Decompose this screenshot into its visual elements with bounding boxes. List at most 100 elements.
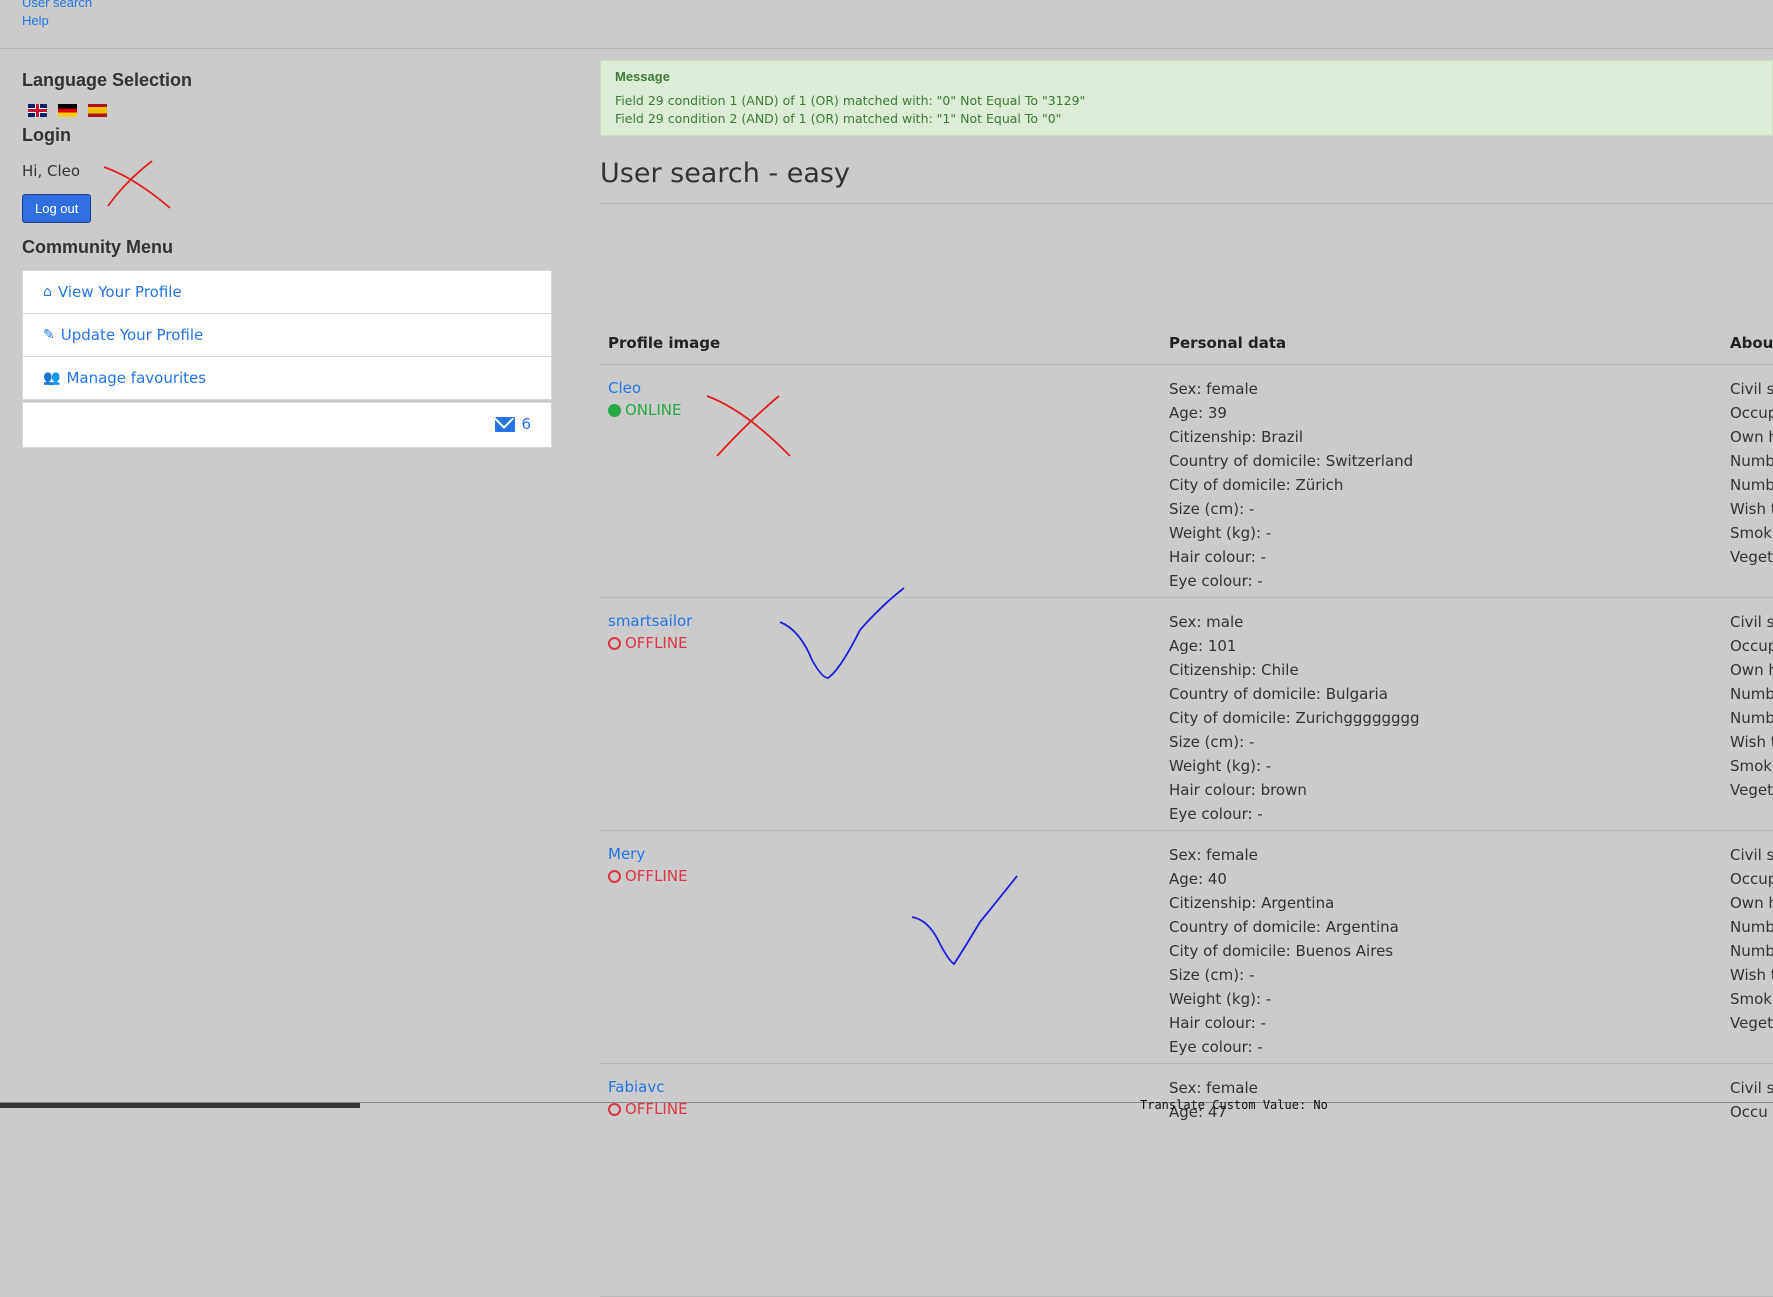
about-item: Smok [1730, 990, 1772, 1008]
menu-item-manage-favourites[interactable]: 👥 Manage favourites [23, 357, 551, 399]
online-dot-icon [608, 403, 621, 417]
about-item: Numb [1730, 685, 1773, 703]
message-alert: Message Field 29 condition 1 (AND) of 1 … [600, 60, 1773, 136]
personal-data-item: Age: 101 [1169, 637, 1237, 655]
table-header: Profile image Personal data Abou [600, 322, 1773, 365]
personal-data-cell: Sex: female Age: 40 Citizenship: Argentina… [1169, 843, 1399, 1059]
personal-data-item: Size (cm): - [1169, 733, 1255, 751]
language-flags [28, 104, 552, 117]
message-count: 6 [521, 415, 531, 433]
help-link[interactable]: Help [22, 12, 92, 30]
about-item: Own h [1730, 428, 1773, 446]
gb-flag-icon[interactable] [28, 104, 47, 117]
personal-data-item: City of domicile: Buenos Aires [1169, 942, 1394, 960]
user-search-link[interactable]: User search [22, 0, 92, 12]
personal-data-item: Size (cm): - [1169, 966, 1255, 984]
about-cell: Civil s Occup Own h Numb Numb Wish t Smok Veget [1730, 843, 1773, 1035]
menu-item-view-profile[interactable]: ⌂ View Your Profile [23, 271, 551, 314]
header-divider [0, 48, 1773, 49]
about-item: Numb [1730, 942, 1773, 960]
personal-data-cell: Sex: male Age: 101 Citizenship: Chile Count… [1169, 610, 1420, 826]
status-badge: ONLINE [608, 401, 682, 419]
personal-data-item: Sex: female [1169, 1079, 1258, 1097]
table-row: smartsailor OFFLINE Sex: male Age: 101 Citiz… [600, 598, 1773, 831]
offline-circle-icon [608, 1102, 621, 1116]
about-item: Civil s [1730, 1079, 1773, 1097]
table-row: Mery OFFLINE Sex: female Age: 40 Citizenship… [600, 831, 1773, 1064]
about-cell: Civil s Occup Own h Numb Numb Wish t Smok Veget [1730, 610, 1773, 802]
title-divider [600, 203, 1773, 204]
header-profile-image: Profile image [608, 334, 721, 352]
about-item: Numb [1730, 452, 1773, 470]
language-selection-title: Language Selection [22, 70, 193, 90]
sidebar: Language Selection Login Hi, Cleo Log ou… [22, 70, 552, 448]
username-link[interactable]: Mery [608, 843, 688, 865]
about-item: Civil s [1730, 613, 1773, 631]
personal-data-item: Sex: female [1169, 846, 1258, 864]
menu-item-label[interactable]: View Your Profile [58, 283, 182, 301]
about-cell: Civil s Occup Own h Numb Numb Wish t Smok Veget [1730, 377, 1773, 569]
personal-data-item: Hair colour: brown [1169, 781, 1307, 799]
status-text: OFFLINE [625, 867, 688, 885]
personal-data-item: Size (cm): - [1169, 500, 1255, 518]
community-menu-title: Community Menu [22, 237, 173, 257]
about-item: Numb [1730, 918, 1773, 936]
users-icon: 👥 [43, 370, 61, 386]
alert-line: Field 29 condition 1 (AND) of 1 (OR) mat… [615, 93, 1086, 108]
menu-item-update-profile[interactable]: ✎ Update Your Profile [23, 314, 551, 357]
about-item: Numb [1730, 476, 1773, 494]
profile-cell: Cleo ONLINE [608, 377, 682, 419]
menu-item-label[interactable]: Update Your Profile [61, 326, 204, 344]
personal-data-item: Eye colour: - [1169, 1038, 1263, 1056]
personal-data-item: City of domicile: Zürich [1169, 476, 1344, 494]
about-item: Civil s [1730, 380, 1773, 398]
menu-item-label[interactable]: Manage favourites [66, 369, 206, 387]
personal-data-item: Citizenship: Brazil [1169, 428, 1303, 446]
status-badge: OFFLINE [608, 634, 692, 652]
profile-cell: Mery OFFLINE [608, 843, 688, 885]
community-menu: ⌂ View Your Profile ✎ Update Your Profil… [22, 270, 552, 400]
main-content: Message Field 29 condition 1 (AND) of 1 … [600, 60, 1773, 1297]
page-title: User search - easy [600, 158, 850, 189]
offline-circle-icon [608, 636, 621, 650]
status-text: OFFLINE [625, 634, 688, 652]
about-item: Numb [1730, 709, 1773, 727]
edit-icon: ✎ [43, 327, 55, 343]
username-link[interactable]: smartsailor [608, 610, 692, 632]
profile-cell: Fabiavc OFFLINE [608, 1076, 688, 1118]
es-flag-icon[interactable] [88, 104, 107, 117]
username-link[interactable]: Cleo [608, 377, 682, 399]
personal-data-item: Citizenship: Argentina [1169, 894, 1335, 912]
about-item: Veget [1730, 1014, 1773, 1032]
bottom-overlay-text: Translate Custom Value: No [1140, 1098, 1328, 1112]
logout-button[interactable]: Log out [22, 194, 92, 223]
about-item: Own h [1730, 894, 1773, 912]
about-item: Civil s [1730, 846, 1773, 864]
login-title: Login [22, 125, 71, 145]
alert-line: Field 29 condition 2 (AND) of 1 (OR) mat… [615, 111, 1062, 126]
username-link[interactable]: Fabiavc [608, 1076, 688, 1098]
about-item: Veget [1730, 548, 1773, 566]
personal-data-item: Weight (kg): - [1169, 990, 1272, 1008]
envelope-icon [495, 416, 516, 432]
personal-data-item: Country of domicile: Switzerland [1169, 452, 1414, 470]
table-row: Cleo ONLINE Sex: female Age: 39 Citizenship:… [600, 365, 1773, 598]
about-item: Smok [1730, 524, 1772, 542]
de-flag-icon[interactable] [58, 104, 77, 117]
personal-data-item: Age: 39 [1169, 404, 1227, 422]
about-item: Wish t [1730, 500, 1773, 518]
about-item: Veget [1730, 781, 1773, 799]
about-item: Occup [1730, 637, 1773, 655]
header-personal-data: Personal data [1169, 334, 1287, 352]
personal-data-cell: Sex: female Age: 39 Citizenship: Brazil Cou… [1169, 377, 1413, 593]
messages-box: 6 [22, 402, 552, 448]
personal-data-item: Sex: female [1169, 380, 1258, 398]
about-cell: Civil s Occu [1730, 1076, 1773, 1124]
home-icon: ⌂ [43, 284, 52, 300]
greeting: Hi, Cleo [22, 162, 81, 180]
about-item: Wish t [1730, 733, 1773, 751]
personal-data-item: Citizenship: Chile [1169, 661, 1299, 679]
header-about: Abou [1730, 334, 1773, 352]
messages-link[interactable]: 6 [495, 415, 531, 433]
personal-data-item: Age: 40 [1169, 870, 1227, 888]
